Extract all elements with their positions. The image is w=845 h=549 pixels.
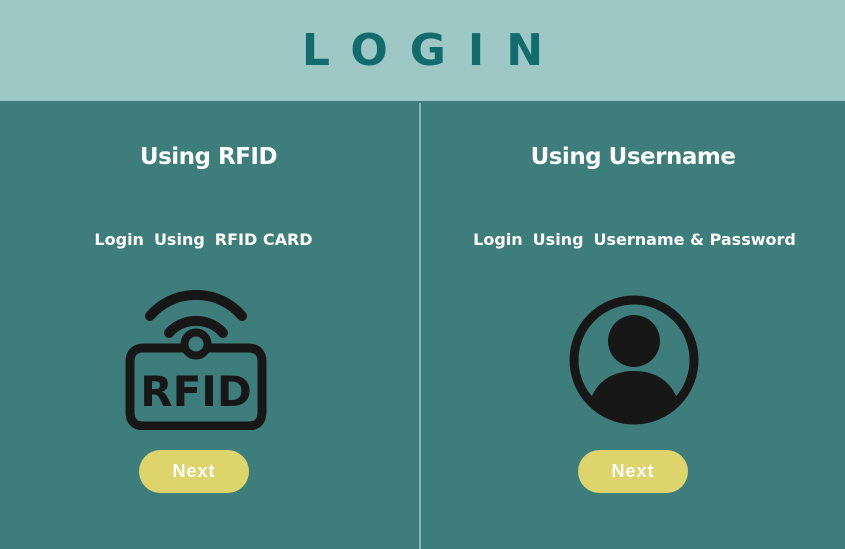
username-panel-heading: Using Username <box>530 144 736 170</box>
rfid-card-icon-graphic: RFID <box>125 289 267 431</box>
rfid-subtitle-word-login: Login <box>94 230 144 249</box>
rfid-signal-outer-arc <box>145 289 247 321</box>
rfid-panel-subtitle: Login Using RFID CARD <box>0 229 419 251</box>
login-options-area: Using RFID Login Using RFID CARD RFID Next… <box>0 101 845 549</box>
username-subtitle-word-using: Using <box>532 230 584 249</box>
rfid-next-button[interactable]: Next <box>139 450 249 493</box>
rfid-signal-dot <box>180 328 212 360</box>
avatar-head <box>608 315 660 367</box>
username-subtitle-word-login: Login <box>473 230 523 249</box>
username-panel-subtitle: Login Using Username & Password <box>421 229 845 251</box>
user-avatar-icon-graphic <box>569 295 699 425</box>
rfid-card-icon: RFID <box>124 289 268 431</box>
username-next-button[interactable]: Next <box>578 450 688 493</box>
header-bar: LOGIN <box>0 0 845 101</box>
username-login-panel: Using Username Login Using Username & Pass… <box>421 101 845 549</box>
rfid-panel-heading: Using RFID <box>139 144 278 170</box>
rfid-login-panel: Using RFID Login Using RFID CARD RFID Next <box>0 101 419 549</box>
rfid-card-label: RFID <box>140 367 252 416</box>
rfid-subtitle-word-card: RFID CARD <box>214 230 313 249</box>
rfid-subtitle-word-using: Using <box>153 230 205 249</box>
page-title: LOGIN <box>301 24 566 76</box>
user-avatar-icon <box>567 293 701 427</box>
username-subtitle-word-credentials: Username & Password <box>593 230 796 249</box>
